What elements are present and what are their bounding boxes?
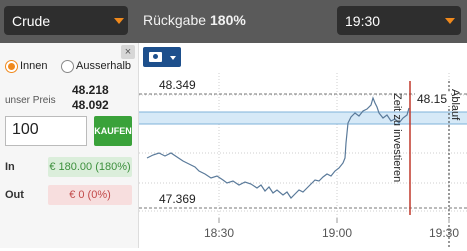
in-label: In: [5, 161, 15, 173]
amount-input[interactable]: 100: [5, 116, 87, 146]
payout-value: 180%: [210, 12, 246, 28]
radio-ausserhalb-label: Ausserhalb: [76, 60, 132, 72]
in-payout-value: € 180.00 (180%): [48, 157, 132, 177]
payout-label: Rückgabe: [143, 12, 207, 28]
x-tick-label: 19:30: [429, 226, 459, 240]
price-low: 48.092: [72, 98, 109, 112]
our-price-label: unser Preis: [5, 95, 56, 106]
x-tick-label: 19:00: [322, 226, 352, 240]
expiry-label: 19:30: [345, 13, 381, 29]
price-chart[interactable]: 48.349 47.369 Zeit zu investieren Ablauf…: [139, 43, 467, 248]
top-bar: Crude Rückgabe 180% 19:30: [0, 0, 467, 43]
chart-canvas: 48.349 47.369 Zeit zu investieren Ablauf…: [139, 73, 467, 248]
upper-level-label: 48.349: [159, 78, 196, 92]
buy-button[interactable]: KAUFEN: [94, 116, 132, 146]
current-price-label: 48.15: [417, 92, 447, 106]
trade-panel: × Innen Ausserhalb unser Preis 48.218 48…: [0, 43, 139, 248]
asset-dropdown[interactable]: Crude: [4, 6, 128, 35]
asset-label: Crude: [12, 13, 51, 29]
chart-type-button[interactable]: [143, 47, 181, 67]
chart-icon: [149, 52, 162, 62]
x-tick-label: 18:30: [204, 226, 234, 240]
chevron-down-icon: [170, 56, 176, 60]
expiry-dropdown[interactable]: 19:30: [337, 6, 461, 35]
radio-ausserhalb[interactable]: [61, 60, 74, 73]
out-label: Out: [5, 189, 24, 201]
radio-innen[interactable]: [5, 60, 18, 73]
price-band: [139, 112, 467, 124]
chevron-down-icon: [445, 18, 455, 24]
x-axis-ticks: [218, 218, 450, 223]
chevron-down-icon: [114, 18, 124, 24]
radio-innen-label: Innen: [20, 60, 48, 72]
price-high: 48.218: [72, 83, 109, 97]
invest-deadline-label: Zeit zu investieren: [391, 93, 403, 182]
lower-level-label: 47.369: [159, 192, 196, 206]
close-icon[interactable]: ×: [121, 45, 135, 59]
out-payout-value: € 0 (0%): [48, 185, 132, 205]
